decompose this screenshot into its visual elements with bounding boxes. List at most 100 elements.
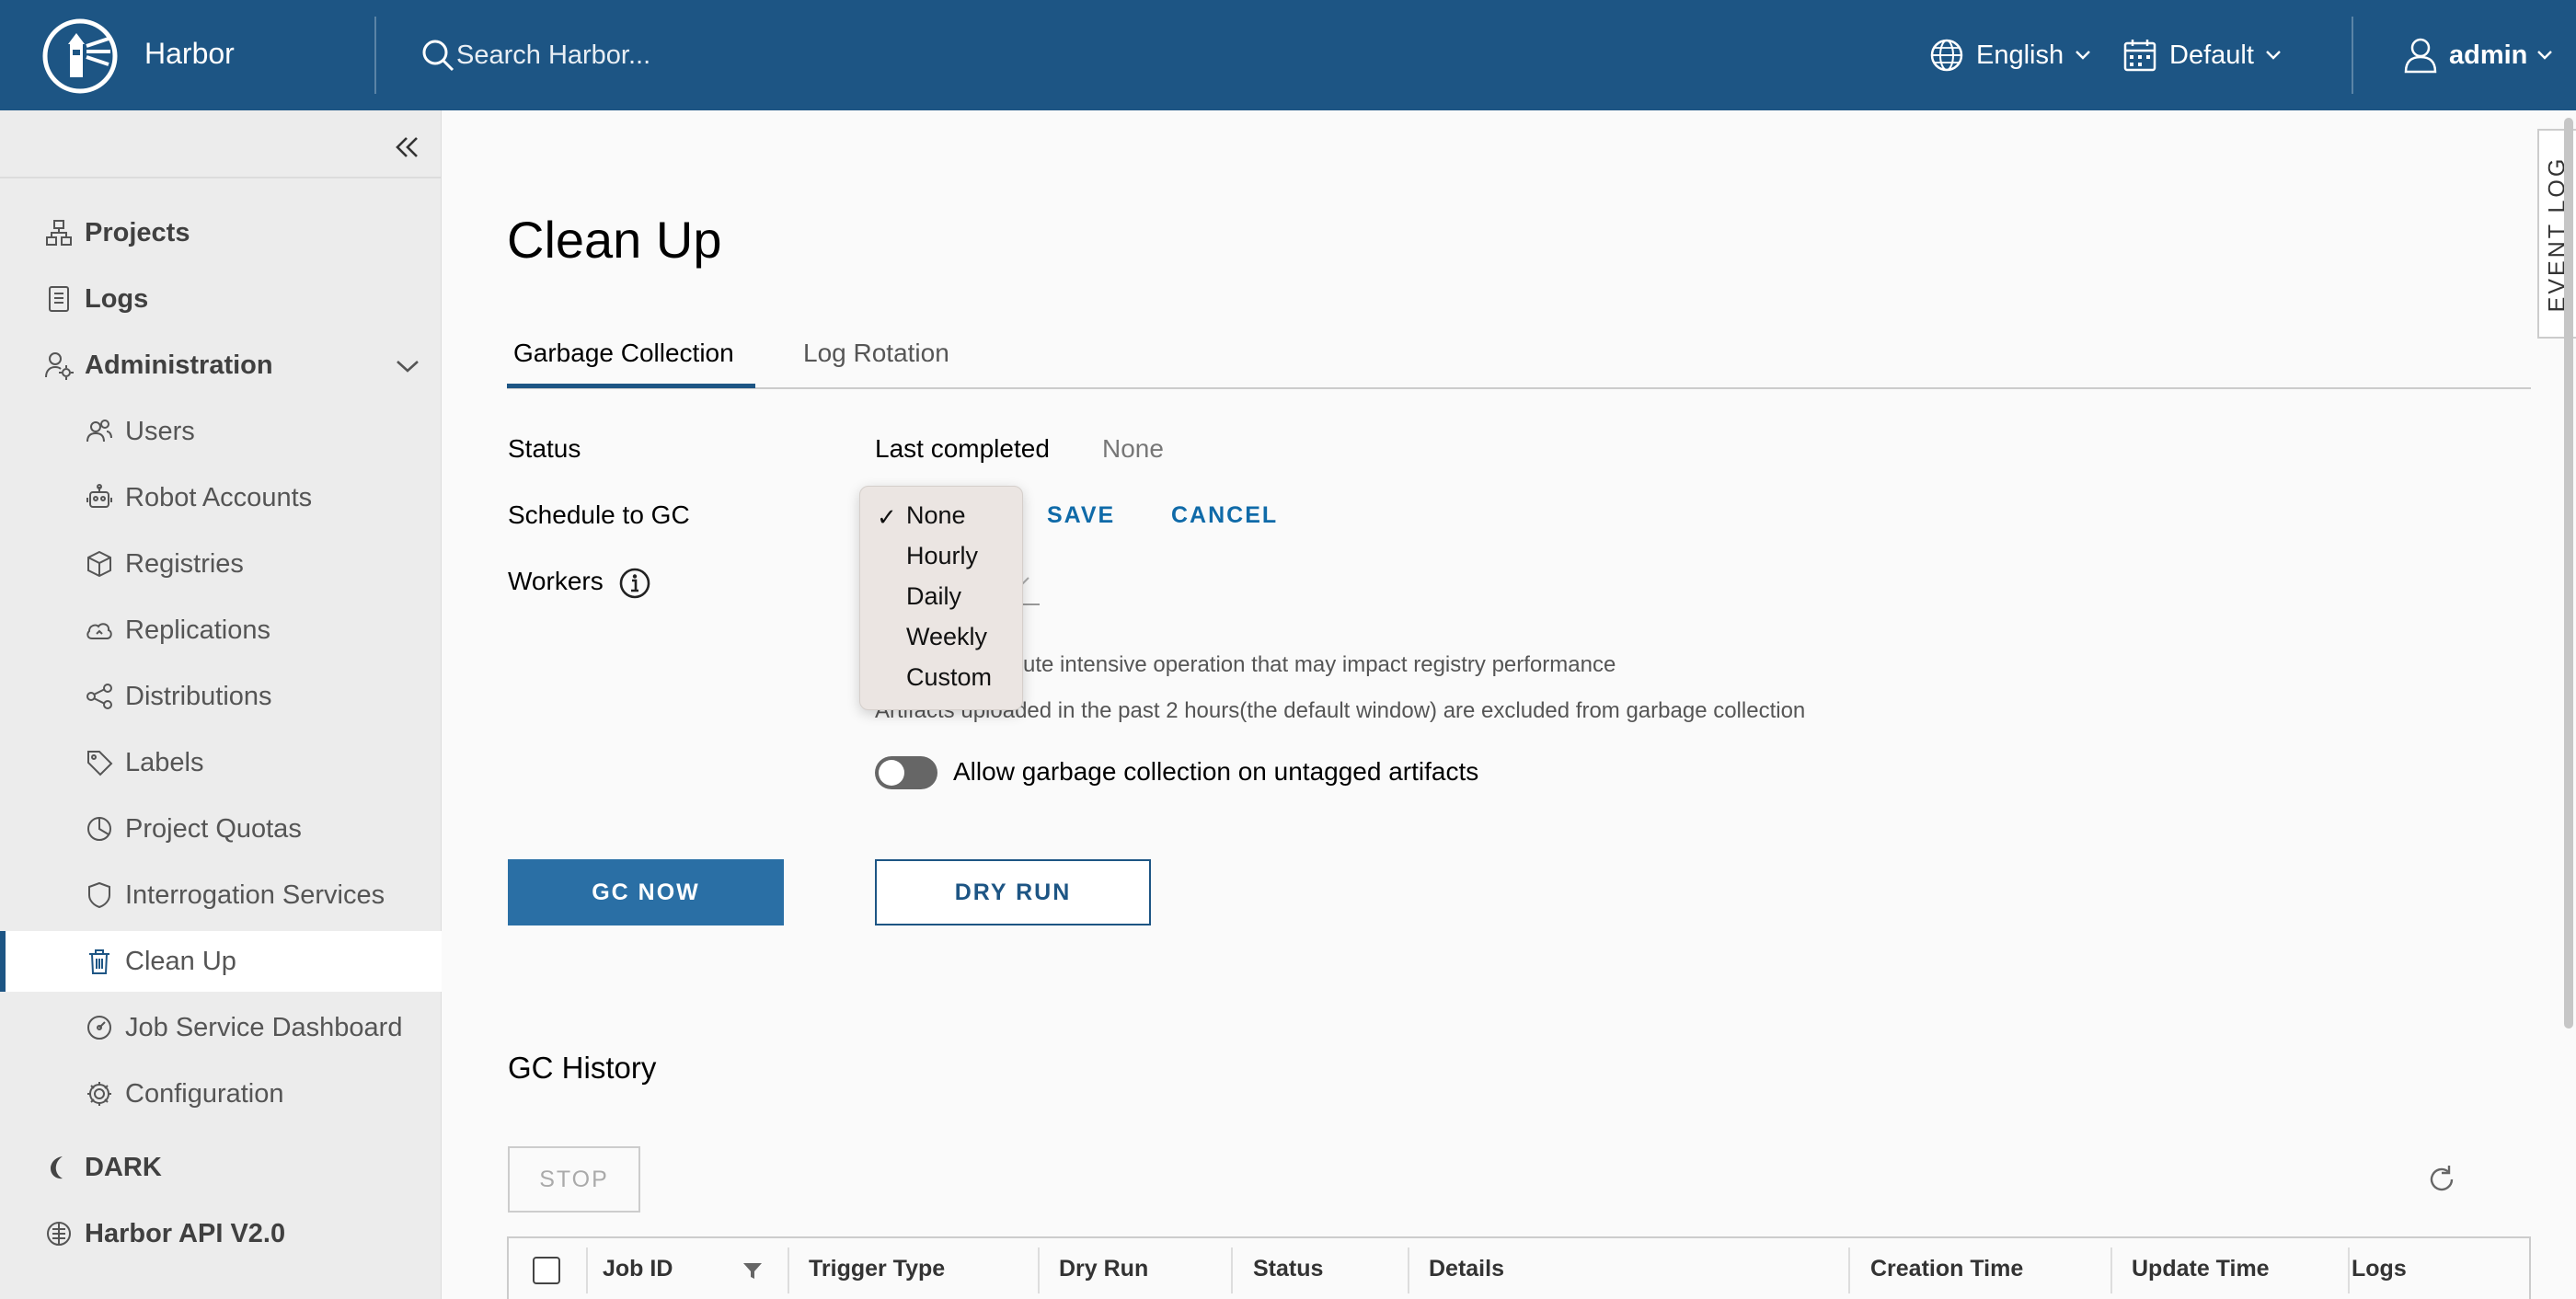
sidebar-item-configuration[interactable]: Configuration — [0, 1063, 442, 1124]
replications-icon — [86, 623, 112, 639]
gc-history-title: GC History — [508, 1051, 657, 1085]
gc-now-button[interactable]: GC NOW — [508, 859, 784, 925]
tabs-divider — [507, 387, 2531, 389]
schedule-option-daily[interactable]: Daily — [906, 582, 961, 611]
chevron-down-icon — [2537, 51, 2553, 60]
schedule-dropdown-menu[interactable]: ✓ None Hourly Daily Weekly Custom — [859, 486, 1023, 710]
gear-icon — [87, 1082, 111, 1106]
column-separator — [788, 1247, 789, 1293]
harbor-logo-icon[interactable] — [42, 18, 118, 94]
tab-garbage-collection[interactable]: Garbage Collection — [513, 339, 734, 368]
untagged-artifacts-label: Allow garbage collection on untagged art… — [953, 757, 1479, 786]
dry-run-button[interactable]: DRY RUN — [875, 859, 1151, 925]
chevron-down-icon — [2076, 51, 2090, 60]
column-header-logs[interactable]: Logs — [2352, 1238, 2407, 1299]
info-icon[interactable] — [618, 567, 651, 600]
dashboard-icon — [87, 1016, 111, 1040]
tab-log-rotation[interactable]: Log Rotation — [803, 339, 949, 368]
schedule-option-hourly[interactable]: Hourly — [906, 542, 978, 570]
column-header-job-id[interactable]: Job ID — [603, 1238, 673, 1299]
sidebar-item-clean-up[interactable]: Clean Up — [0, 931, 442, 992]
stop-button[interactable]: STOP — [508, 1146, 640, 1213]
sidebar-item-logs[interactable]: Logs — [0, 269, 442, 329]
dark-mode-toggle[interactable]: DARK — [0, 1137, 442, 1198]
last-completed-value: None — [1102, 434, 1164, 463]
column-header-creation-time[interactable]: Creation Time — [1870, 1238, 2023, 1299]
language-selector[interactable]: English — [1928, 35, 2091, 75]
search-icon[interactable] — [420, 37, 456, 74]
sidebar-item-label: Labels — [125, 747, 204, 777]
sidebar: Projects Logs Administration Users Robot… — [0, 110, 442, 1299]
column-separator — [1038, 1247, 1040, 1293]
api-icon — [47, 1222, 71, 1246]
labels-icon — [87, 751, 113, 776]
sidebar-item-label: Distributions — [125, 681, 272, 711]
column-header-trigger-type[interactable]: Trigger Type — [809, 1238, 945, 1299]
language-label: English — [1976, 40, 2064, 70]
chevron-down-icon[interactable] — [394, 357, 421, 375]
collapse-sidebar-icon[interactable] — [388, 129, 425, 166]
cancel-button[interactable]: CANCEL — [1171, 502, 1278, 529]
column-header-details[interactable]: Details — [1429, 1238, 1504, 1299]
sidebar-item-label: Job Service Dashboard — [125, 1012, 403, 1042]
logs-icon — [49, 286, 69, 312]
theme-label: Default — [2169, 40, 2254, 70]
sidebar-item-users[interactable]: Users — [0, 401, 442, 462]
distributions-icon — [86, 684, 112, 709]
globe-icon — [1930, 39, 1963, 72]
column-separator — [2348, 1247, 2350, 1293]
chevron-down-icon — [2266, 51, 2281, 60]
robot-icon — [86, 484, 112, 508]
schedule-option-none[interactable]: None — [906, 501, 966, 530]
column-header-status[interactable]: Status — [1253, 1238, 1323, 1299]
sidebar-item-label: Robot Accounts — [125, 482, 313, 512]
quotas-icon — [87, 817, 111, 841]
sidebar-item-label: Project Quotas — [125, 813, 302, 844]
sidebar-item-label: Interrogation Services — [125, 879, 385, 910]
sidebar-item-label: Projects — [85, 217, 190, 247]
header-divider — [2352, 17, 2353, 94]
refresh-icon[interactable] — [2425, 1163, 2458, 1196]
filter-icon[interactable] — [742, 1262, 763, 1281]
sidebar-item-job-service-dashboard[interactable]: Job Service Dashboard — [0, 997, 442, 1058]
sidebar-divider — [0, 177, 442, 178]
gc-history-table: Job ID Trigger Type Dry Run Status Detai… — [507, 1236, 2531, 1299]
sidebar-item-label: Administration — [85, 350, 273, 380]
column-separator — [1231, 1247, 1233, 1293]
active-tab-indicator — [507, 384, 755, 388]
checkmark-icon: ✓ — [877, 503, 897, 531]
sidebar-item-label: Harbor API V2.0 — [85, 1218, 286, 1248]
schedule-option-weekly[interactable]: Weekly — [906, 623, 987, 651]
sidebar-item-labels[interactable]: Labels — [0, 732, 442, 793]
administration-icon — [45, 352, 74, 380]
status-label: Status — [508, 434, 581, 463]
app-name[interactable]: Harbor — [144, 37, 235, 71]
sidebar-item-projects[interactable]: Projects — [0, 202, 442, 263]
sidebar-item-registries[interactable]: Registries — [0, 534, 442, 594]
schedule-option-custom[interactable]: Custom — [906, 663, 992, 692]
last-completed-label: Last completed — [875, 434, 1050, 463]
sidebar-item-robot-accounts[interactable]: Robot Accounts — [0, 467, 442, 528]
column-header-update-time[interactable]: Update Time — [2132, 1238, 2270, 1299]
select-all-checkbox[interactable] — [533, 1257, 560, 1284]
sidebar-item-project-quotas[interactable]: Project Quotas — [0, 799, 442, 859]
search-input[interactable] — [456, 35, 1100, 75]
sidebar-item-harbor-api[interactable]: Harbor API V2.0 — [0, 1203, 442, 1264]
page-scrollbar[interactable] — [2564, 118, 2573, 1029]
user-icon — [2404, 38, 2437, 74]
moon-icon — [51, 1156, 63, 1179]
column-header-dry-run[interactable]: Dry Run — [1059, 1238, 1148, 1299]
column-separator — [1848, 1247, 1850, 1293]
theme-selector[interactable]: Default — [2122, 35, 2282, 75]
sidebar-item-label: Clean Up — [125, 946, 236, 976]
save-button[interactable]: SAVE — [1047, 502, 1115, 529]
sidebar-item-label: Logs — [85, 283, 149, 314]
user-menu[interactable]: admin — [2401, 33, 2553, 77]
sidebar-item-replications[interactable]: Replications — [0, 600, 442, 661]
sidebar-item-interrogation-services[interactable]: Interrogation Services — [0, 865, 442, 925]
untagged-artifacts-toggle[interactable] — [875, 756, 937, 789]
column-separator — [2110, 1247, 2112, 1293]
sidebar-item-administration[interactable]: Administration — [0, 335, 442, 396]
sidebar-item-distributions[interactable]: Distributions — [0, 666, 442, 727]
workers-label: Workers — [508, 567, 604, 595]
